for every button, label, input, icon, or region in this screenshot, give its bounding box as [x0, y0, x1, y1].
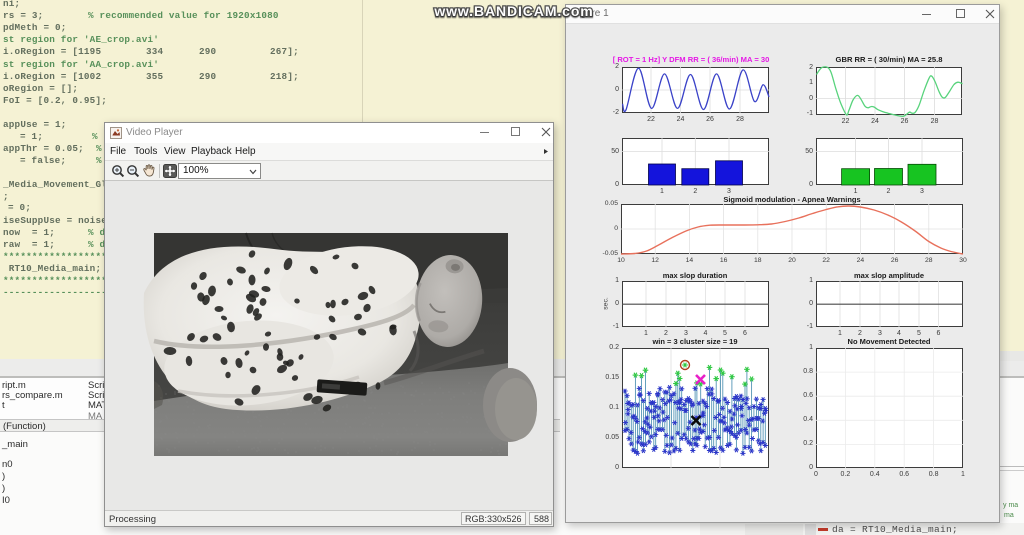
svg-text:www.BANDICAM.com: www.BANDICAM.com [433, 3, 593, 19]
